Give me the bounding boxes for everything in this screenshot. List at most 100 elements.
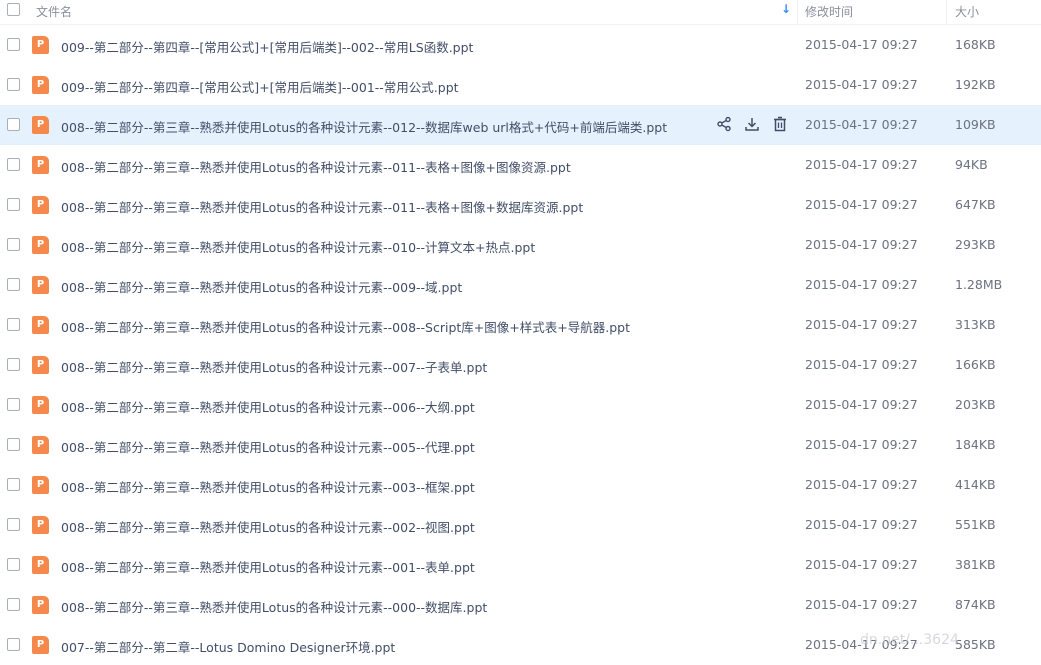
file-size: 585KB xyxy=(955,637,996,652)
ppt-file-icon: P xyxy=(32,316,49,334)
ppt-file-icon: P xyxy=(32,556,49,574)
file-modified-time: 2015-04-17 09:27 xyxy=(805,157,918,172)
file-row[interactable]: P 008--第二部分--第三章--熟悉并使用Lotus的各种设计元素--009-… xyxy=(0,265,1041,305)
file-modified-time: 2015-04-17 09:27 xyxy=(805,37,918,52)
file-modified-time: 2015-04-17 09:27 xyxy=(805,357,918,372)
file-modified-time: 2015-04-17 09:27 xyxy=(805,517,918,532)
row-checkbox[interactable] xyxy=(7,478,20,491)
ppt-file-icon: P xyxy=(32,156,49,174)
file-size: 414KB xyxy=(955,477,996,492)
select-all-checkbox[interactable] xyxy=(7,3,20,16)
file-name[interactable]: 008--第二部分--第三章--熟悉并使用Lotus的各种设计元素--011--… xyxy=(61,197,583,216)
ppt-file-icon: P xyxy=(32,636,49,654)
file-name[interactable]: 008--第二部分--第三章--熟悉并使用Lotus的各种设计元素--006--… xyxy=(61,397,475,416)
row-actions xyxy=(716,116,788,132)
delete-icon[interactable] xyxy=(772,116,788,132)
row-checkbox[interactable] xyxy=(7,38,20,51)
row-checkbox[interactable] xyxy=(7,558,20,571)
file-name[interactable]: 008--第二部分--第三章--熟悉并使用Lotus的各种设计元素--003--… xyxy=(61,477,475,496)
ppt-file-icon: P xyxy=(32,116,49,134)
ppt-file-icon: P xyxy=(32,476,49,494)
file-name[interactable]: 008--第二部分--第三章--熟悉并使用Lotus的各种设计元素--005--… xyxy=(61,437,475,456)
ppt-file-icon: P xyxy=(32,76,49,94)
file-name[interactable]: 007--第二部分--第二章--Lotus Domino Designer环境.… xyxy=(61,637,395,656)
file-size: 184KB xyxy=(955,437,996,452)
file-name[interactable]: 008--第二部分--第三章--熟悉并使用Lotus的各种设计元素--001--… xyxy=(61,557,475,576)
file-row[interactable]: P 008--第二部分--第三章--熟悉并使用Lotus的各种设计元素--012-… xyxy=(0,105,1041,145)
file-name[interactable]: 008--第二部分--第三章--熟悉并使用Lotus的各种设计元素--008--… xyxy=(61,317,630,336)
ppt-file-icon: P xyxy=(32,236,49,254)
column-header-time[interactable]: 修改时间 xyxy=(805,3,853,20)
file-row[interactable]: P 008--第二部分--第三章--熟悉并使用Lotus的各种设计元素--011-… xyxy=(0,145,1041,185)
row-checkbox[interactable] xyxy=(7,278,20,291)
file-name[interactable]: 008--第二部分--第三章--熟悉并使用Lotus的各种设计元素--002--… xyxy=(61,517,475,536)
file-modified-time: 2015-04-17 09:27 xyxy=(805,197,918,212)
column-divider xyxy=(797,0,798,24)
ppt-file-icon: P xyxy=(32,596,49,614)
file-size: 94KB xyxy=(955,157,988,172)
ppt-file-icon: P xyxy=(32,36,49,54)
file-name[interactable]: 008--第二部分--第三章--熟悉并使用Lotus的各种设计元素--007--… xyxy=(61,357,487,376)
file-modified-time: 2015-04-17 09:27 xyxy=(805,317,918,332)
row-checkbox[interactable] xyxy=(7,238,20,251)
file-size: 109KB xyxy=(955,117,996,132)
file-modified-time: 2015-04-17 09:27 xyxy=(805,117,918,132)
file-modified-time: 2015-04-17 09:27 xyxy=(805,237,918,252)
file-row[interactable]: P 008--第二部分--第三章--熟悉并使用Lotus的各种设计元素--000-… xyxy=(0,585,1041,625)
row-checkbox[interactable] xyxy=(7,438,20,451)
sort-down-arrow-icon[interactable]: ↓ xyxy=(781,2,791,16)
row-checkbox[interactable] xyxy=(7,78,20,91)
file-name[interactable]: 008--第二部分--第三章--熟悉并使用Lotus的各种设计元素--012--… xyxy=(61,117,667,136)
row-checkbox[interactable] xyxy=(7,358,20,371)
ppt-file-icon: P xyxy=(32,196,49,214)
ppt-file-icon: P xyxy=(32,516,49,534)
row-checkbox[interactable] xyxy=(7,198,20,211)
ppt-file-icon: P xyxy=(32,396,49,414)
file-name[interactable]: 009--第二部分--第四章--[常用公式]+[常用后端类]--001--常用公… xyxy=(61,77,459,96)
file-size: 166KB xyxy=(955,357,996,372)
ppt-file-icon: P xyxy=(32,276,49,294)
file-row[interactable]: P 009--第二部分--第四章--[常用公式]+[常用后端类]--002--常用… xyxy=(0,25,1041,65)
row-checkbox[interactable] xyxy=(7,638,20,651)
file-size: 1.28MB xyxy=(955,277,1003,292)
file-size: 203KB xyxy=(955,397,996,412)
file-modified-time: 2015-04-17 09:27 xyxy=(805,437,918,452)
column-header-name[interactable]: 文件名 xyxy=(36,3,72,20)
file-row[interactable]: P 008--第二部分--第三章--熟悉并使用Lotus的各种设计元素--007-… xyxy=(0,345,1041,385)
file-row[interactable]: P 008--第二部分--第三章--熟悉并使用Lotus的各种设计元素--005-… xyxy=(0,425,1041,465)
row-checkbox[interactable] xyxy=(7,398,20,411)
file-row[interactable]: P 008--第二部分--第三章--熟悉并使用Lotus的各种设计元素--002-… xyxy=(0,505,1041,545)
file-row[interactable]: P 008--第二部分--第三章--熟悉并使用Lotus的各种设计元素--008-… xyxy=(0,305,1041,345)
file-row[interactable]: P 008--第二部分--第三章--熟悉并使用Lotus的各种设计元素--011-… xyxy=(0,185,1041,225)
file-row[interactable]: P 008--第二部分--第三章--熟悉并使用Lotus的各种设计元素--001-… xyxy=(0,545,1041,585)
file-name[interactable]: 008--第二部分--第三章--熟悉并使用Lotus的各种设计元素--009--… xyxy=(61,277,462,296)
file-name[interactable]: 009--第二部分--第四章--[常用公式]+[常用后端类]--002--常用L… xyxy=(61,37,473,56)
row-checkbox[interactable] xyxy=(7,598,20,611)
file-name[interactable]: 008--第二部分--第三章--熟悉并使用Lotus的各种设计元素--011--… xyxy=(61,157,571,176)
download-icon[interactable] xyxy=(744,116,760,132)
row-checkbox[interactable] xyxy=(7,158,20,171)
row-checkbox[interactable] xyxy=(7,318,20,331)
file-size: 874KB xyxy=(955,597,996,612)
file-modified-time: 2015-04-17 09:27 xyxy=(805,637,918,652)
file-row[interactable]: P 008--第二部分--第三章--熟悉并使用Lotus的各种设计元素--003-… xyxy=(0,465,1041,505)
file-size: 168KB xyxy=(955,37,996,52)
file-list-header: 文件名 ↓ 修改时间 大小 xyxy=(0,0,1041,25)
file-row[interactable]: P 009--第二部分--第四章--[常用公式]+[常用后端类]--001--常用… xyxy=(0,65,1041,105)
file-size: 313KB xyxy=(955,317,996,332)
file-row[interactable]: P 007--第二部分--第二章--Lotus Domino Designer环境… xyxy=(0,625,1041,665)
column-header-size[interactable]: 大小 xyxy=(955,3,979,20)
row-checkbox[interactable] xyxy=(7,518,20,531)
row-checkbox[interactable] xyxy=(7,118,20,131)
share-icon[interactable] xyxy=(716,116,732,132)
ppt-file-icon: P xyxy=(32,436,49,454)
file-modified-time: 2015-04-17 09:27 xyxy=(805,557,918,572)
file-name[interactable]: 008--第二部分--第三章--熟悉并使用Lotus的各种设计元素--010--… xyxy=(61,237,535,256)
file-row[interactable]: P 008--第二部分--第三章--熟悉并使用Lotus的各种设计元素--010-… xyxy=(0,225,1041,265)
file-size: 551KB xyxy=(955,517,996,532)
file-modified-time: 2015-04-17 09:27 xyxy=(805,597,918,612)
file-size: 192KB xyxy=(955,77,996,92)
file-modified-time: 2015-04-17 09:27 xyxy=(805,277,918,292)
file-row[interactable]: P 008--第二部分--第三章--熟悉并使用Lotus的各种设计元素--006-… xyxy=(0,385,1041,425)
file-name[interactable]: 008--第二部分--第三章--熟悉并使用Lotus的各种设计元素--000--… xyxy=(61,597,487,616)
